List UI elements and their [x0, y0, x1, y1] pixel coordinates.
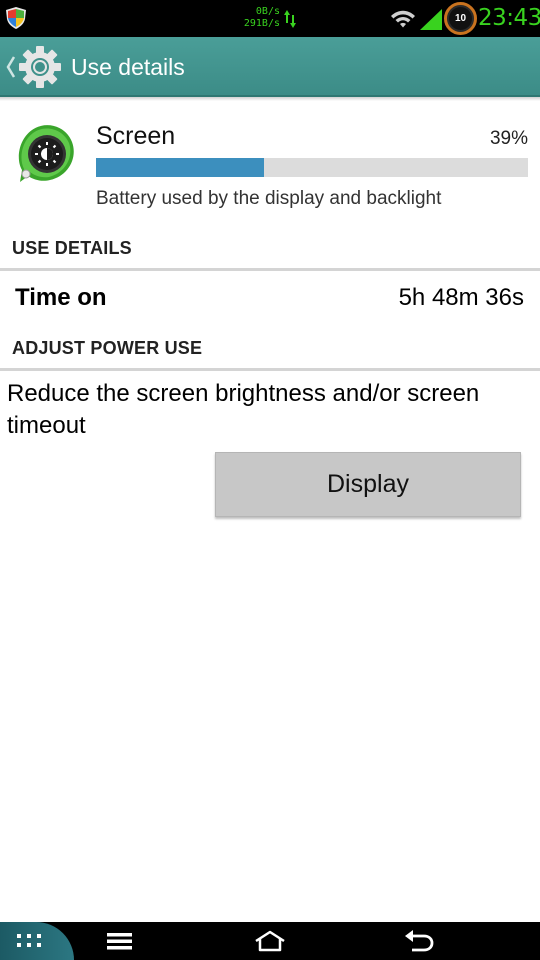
wifi-icon: [391, 10, 415, 28]
divider: [0, 368, 540, 371]
battery-ring-icon: 10: [444, 2, 477, 35]
page-title: Use details: [71, 54, 185, 80]
menu-icon[interactable]: [107, 933, 132, 950]
display-settings-button[interactable]: Display: [215, 452, 521, 517]
use-details-header: USE DETAILS: [12, 238, 132, 258]
action-bar-shadow: [0, 97, 540, 101]
signal-icon: [420, 9, 442, 30]
clock: 23:43: [478, 5, 540, 31]
screen-brightness-icon: [18, 125, 74, 182]
screen: 0B/s 291B/s 10 23:43 Use details Screen …: [0, 0, 540, 960]
action-bar[interactable]: Use details: [0, 37, 540, 97]
up-caret-icon[interactable]: [6, 55, 16, 79]
app-description: Battery used by the display and backligh…: [96, 188, 442, 209]
navigation-bar: [0, 922, 540, 960]
battery-level: 10: [454, 13, 467, 24]
shield-icon: [6, 7, 26, 29]
gear-icon: [19, 46, 61, 88]
status-bar: 0B/s 291B/s 10 23:43: [0, 0, 540, 37]
power-suggestion-text: Reduce the screen brightness and/or scre…: [7, 380, 480, 439]
adjust-power-header: ADJUST POWER USE: [12, 338, 203, 358]
data-arrows-icon: [284, 10, 296, 28]
network-speed: 0B/s 291B/s: [232, 6, 280, 30]
usage-bar-fill: [96, 158, 265, 177]
usage-percent: 39%: [489, 128, 528, 149]
network-down-speed: 291B/s: [243, 18, 280, 29]
back-icon[interactable]: [404, 930, 434, 952]
time-on-value: 5h 48m 36s: [398, 284, 524, 311]
usage-bar: [96, 158, 528, 177]
apps-button[interactable]: [0, 922, 74, 960]
apps-grid-icon: [17, 934, 41, 947]
time-on-label: Time on: [15, 284, 107, 311]
home-icon[interactable]: [254, 930, 286, 952]
divider: [0, 268, 540, 271]
network-up-speed: 0B/s: [255, 6, 280, 17]
app-name: Screen: [96, 122, 176, 150]
